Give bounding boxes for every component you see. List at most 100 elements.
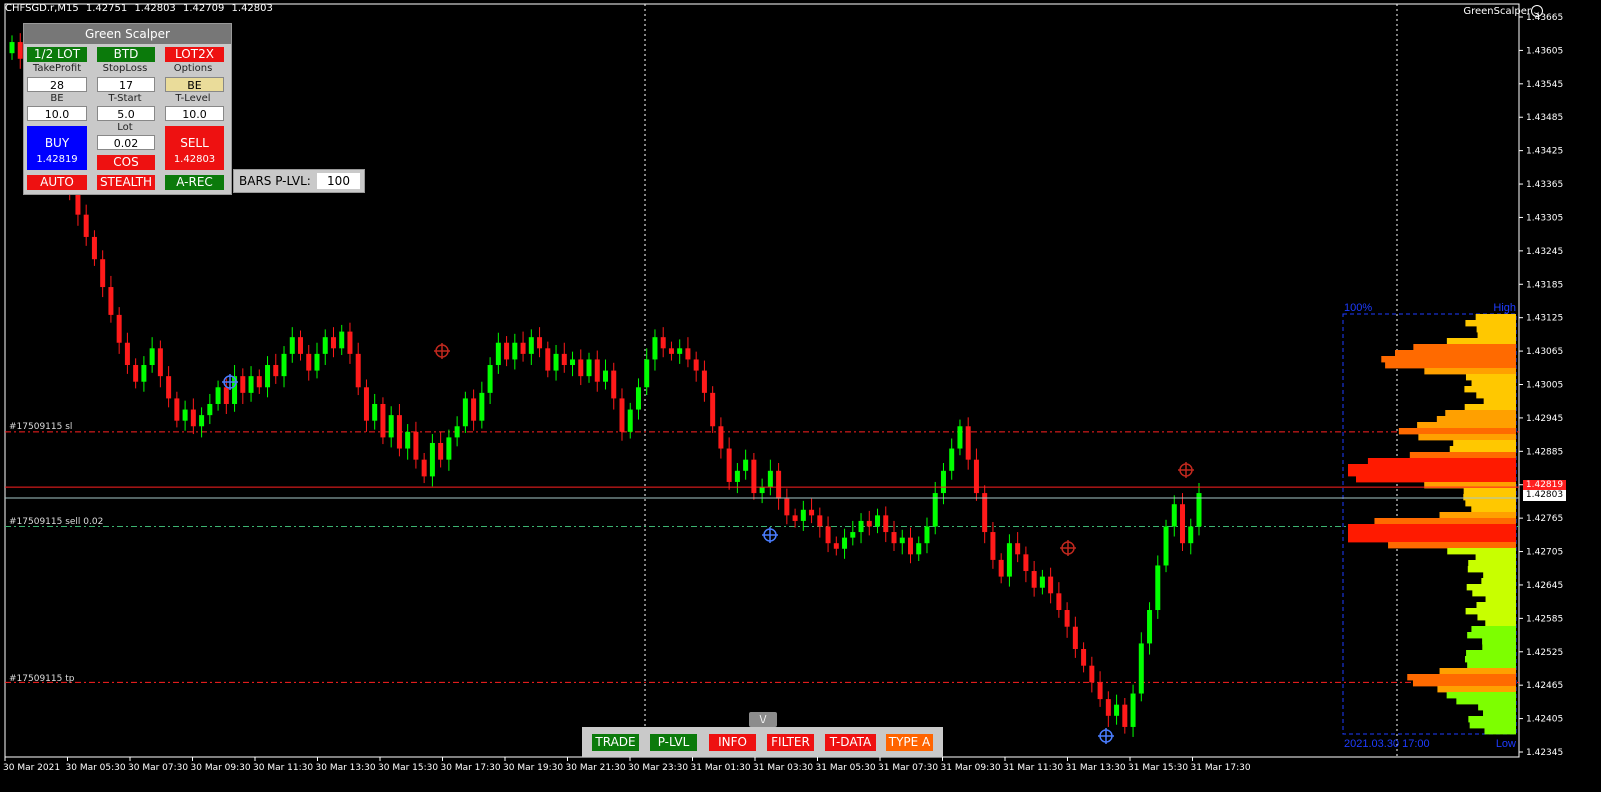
options-be-button[interactable]: BE — [165, 77, 224, 92]
profile-bar — [1468, 560, 1516, 567]
sell-button[interactable]: SELL 1.42803 — [165, 126, 224, 170]
profile-bar — [1445, 410, 1516, 417]
tdata-button[interactable]: T-DATA — [825, 734, 876, 751]
candle-body — [710, 392, 716, 427]
candle-body — [339, 331, 345, 349]
profile-bar — [1478, 704, 1516, 711]
stoploss-label: StopLoss — [102, 63, 148, 74]
candle-body — [611, 370, 617, 399]
candle-body — [990, 532, 996, 560]
tlevel-label: T-Level — [175, 93, 211, 104]
profile-bar — [1464, 386, 1516, 393]
candle-body — [1147, 610, 1153, 644]
profile-bar — [1395, 350, 1516, 357]
profile-bar — [1482, 644, 1516, 651]
candle-body — [1089, 665, 1095, 683]
candle-body — [940, 470, 946, 494]
btd-button[interactable]: BTD — [97, 47, 155, 62]
profile-bar — [1466, 650, 1516, 657]
candle-body — [215, 387, 221, 404]
auto-button[interactable]: AUTO — [27, 175, 87, 190]
x-tick-label: 31 Mar 11:30 — [1003, 763, 1063, 773]
x-tick-label: 31 Mar 09:30 — [941, 763, 1001, 773]
y-tick-label: 1.42345 — [1526, 748, 1563, 758]
x-tick-label: 30 Mar 21:30 — [566, 763, 626, 773]
candle-body — [973, 459, 979, 494]
y-tick-label: 1.43305 — [1526, 213, 1563, 223]
stealth-button[interactable]: STEALTH — [97, 175, 155, 190]
candle-body — [174, 398, 180, 421]
type-a-button[interactable]: TYPE A — [886, 734, 933, 751]
candle-body — [372, 403, 378, 421]
x-tick-label: 30 Mar 2021 — [3, 763, 60, 773]
candle-body — [124, 342, 130, 366]
candle-body — [1188, 526, 1194, 544]
candle-body — [718, 426, 724, 449]
x-tick-label: 30 Mar 17:30 — [441, 763, 501, 773]
profile-bar — [1437, 686, 1516, 693]
tstart-field[interactable]: 5.0 — [97, 106, 155, 121]
y-tick-label: 1.43365 — [1526, 180, 1563, 190]
candle-body — [726, 448, 732, 482]
candle-body — [627, 409, 633, 432]
candle-body — [570, 359, 576, 366]
candle-body — [1056, 593, 1062, 611]
candle-body — [388, 415, 394, 438]
candle-body — [957, 426, 963, 449]
profile-100-label: 100% — [1344, 302, 1372, 314]
candle-body — [454, 426, 460, 438]
candle-body — [545, 348, 551, 371]
profile-bar — [1348, 530, 1516, 537]
info-button[interactable]: INFO — [709, 734, 756, 751]
bars-plvl-input[interactable]: 100 — [317, 173, 360, 189]
profile-bar — [1465, 608, 1516, 615]
filter-button[interactable]: FILTER — [767, 734, 814, 751]
candle-body — [891, 532, 897, 544]
profile-bar — [1485, 596, 1516, 603]
candle-body — [924, 526, 930, 544]
be-field[interactable]: 10.0 — [27, 106, 87, 121]
lot2x-button[interactable]: LOT2X — [165, 47, 224, 62]
buy-button[interactable]: BUY 1.42819 — [27, 126, 87, 170]
toolbar-toggle-button[interactable]: \/ — [749, 712, 777, 727]
x-tick-label: 30 Mar 09:30 — [191, 763, 251, 773]
candle-body — [289, 337, 295, 354]
symbol-name: CHFSGD.r,M15 — [5, 3, 79, 14]
symbol-header: CHFSGD.r,M15 1.42751 1.42803 1.42709 1.4… — [5, 3, 277, 14]
candle-body — [701, 370, 707, 393]
candle-body — [133, 365, 139, 382]
x-tick-label: 31 Mar 07:30 — [878, 763, 938, 773]
trade-button[interactable]: TRADE — [592, 734, 639, 751]
candle-body — [965, 426, 971, 460]
y-tick-label: 1.42765 — [1526, 514, 1563, 524]
x-tick-label: 30 Mar 11:30 — [253, 763, 313, 773]
plvl-button[interactable]: P-LVL — [650, 734, 697, 751]
candle-body — [330, 337, 336, 349]
lot-field[interactable]: 0.02 — [97, 135, 155, 150]
stoploss-field[interactable]: 17 — [97, 77, 155, 92]
cos-button[interactable]: COS — [97, 155, 155, 170]
candle-body — [75, 192, 81, 215]
profile-bar — [1483, 710, 1516, 717]
be-label: BE — [50, 93, 64, 104]
profile-bar — [1456, 698, 1516, 705]
buy-label: BUY — [44, 136, 70, 150]
candle-body — [1072, 626, 1078, 649]
takeprofit-field[interactable]: 28 — [27, 77, 87, 92]
y-tick-label: 1.43065 — [1526, 347, 1563, 357]
profile-bar — [1471, 626, 1516, 633]
x-tick-label: 30 Mar 23:30 — [628, 763, 688, 773]
half-lot-button[interactable]: 1/2 LOT — [27, 47, 87, 62]
candle-body — [298, 337, 304, 354]
arec-button[interactable]: A-REC — [165, 175, 224, 190]
profile-bar — [1476, 602, 1516, 609]
candle-body — [1171, 504, 1177, 527]
candle-body — [438, 442, 444, 460]
candle-body — [949, 448, 955, 471]
candle-body — [223, 387, 229, 404]
price-chart[interactable]: 100% HighLow2021.03.30 17:001.436651.4360… — [0, 0, 1601, 792]
candle-body — [471, 398, 477, 421]
tlevel-field[interactable]: 10.0 — [165, 106, 224, 121]
profile-bar — [1475, 314, 1516, 321]
profile-bar — [1467, 662, 1516, 669]
